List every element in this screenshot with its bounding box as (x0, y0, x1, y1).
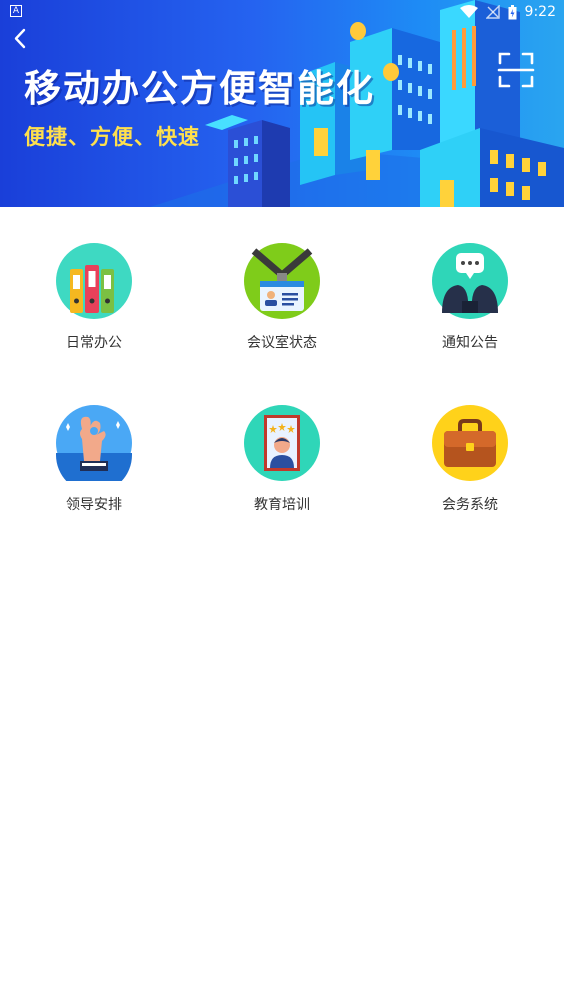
banner-subtitle: 便捷、方便、快速 (24, 125, 200, 149)
grid-item-label: 会议室状态 (247, 335, 317, 351)
wifi-icon (459, 5, 478, 18)
grid-item-notices[interactable]: 通知公告 (400, 243, 540, 373)
grid-item-label: 通知公告 (442, 335, 498, 351)
banner-title: 移动办公方便智能化 (24, 67, 375, 110)
grid-item-daily-office[interactable]: 日常办公 (24, 243, 164, 373)
chevron-left-icon (14, 28, 26, 49)
status-bar: A 9:22 (0, 0, 564, 24)
certificate-icon (244, 405, 320, 481)
grid-item-label: 教育培训 (254, 497, 310, 513)
chat-people-icon (432, 243, 508, 319)
banner: A 9:22 移动办公方便智能化 便捷、方便、快速 (0, 0, 564, 207)
status-icons: 9:22 (459, 3, 556, 21)
grid-item-meeting-room-status[interactable]: 会议室状态 (212, 243, 352, 373)
battery-icon (508, 4, 517, 19)
back-button[interactable] (6, 24, 36, 54)
id-badge-icon (244, 243, 320, 319)
status-time: 9:22 (524, 4, 556, 20)
grid-item-conference-system[interactable]: 会务系统 (400, 405, 540, 535)
binders-icon (56, 243, 132, 319)
ok-hand-icon (56, 405, 132, 481)
briefcase-icon (432, 405, 508, 481)
scan-button[interactable] (495, 49, 537, 91)
grid-item-leader-schedule[interactable]: 领导安排 (24, 405, 164, 535)
grid-item-label: 领导安排 (66, 497, 122, 513)
grid-item-label: 会务系统 (442, 497, 498, 513)
grid-item-label: 日常办公 (66, 335, 122, 351)
notification-icon: A (10, 5, 22, 17)
grid-item-education-training[interactable]: 教育培训 (212, 405, 352, 535)
scan-icon (497, 52, 535, 88)
signal-icon (485, 5, 500, 19)
